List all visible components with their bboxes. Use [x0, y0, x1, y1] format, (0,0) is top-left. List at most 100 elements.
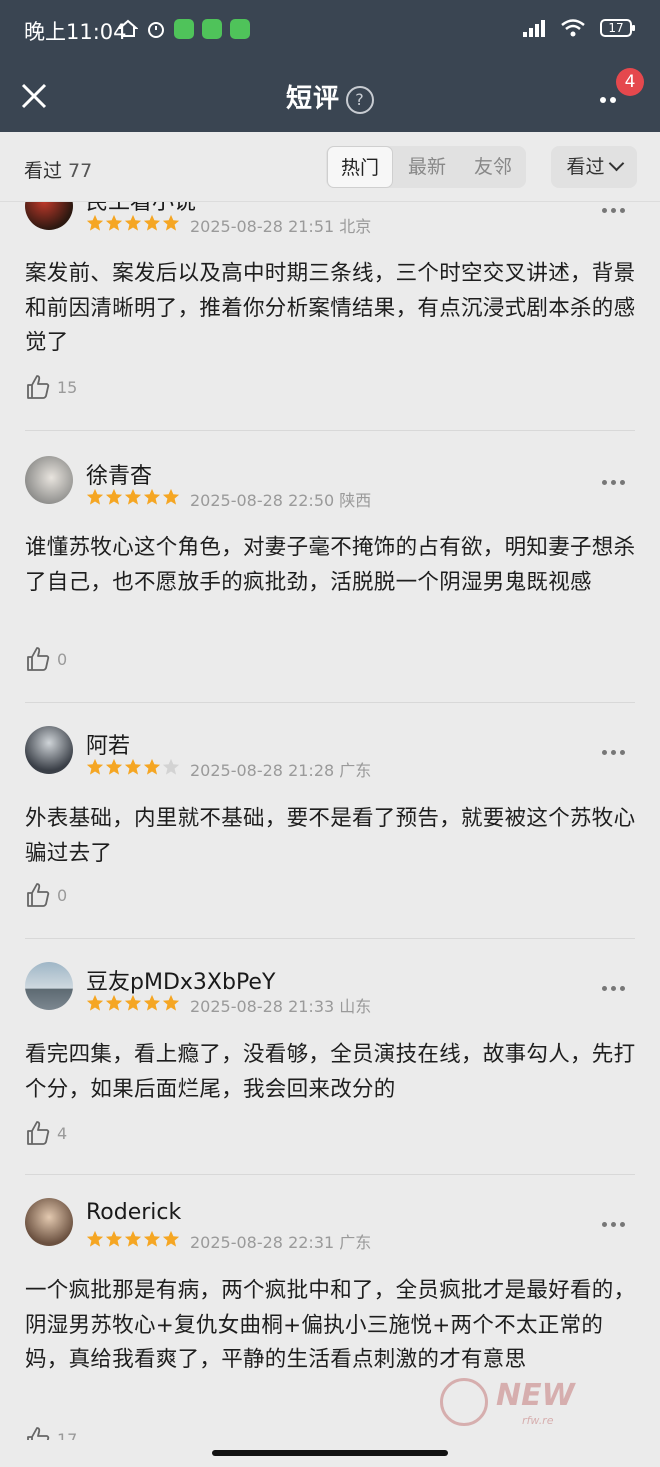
rating-stars: [86, 758, 180, 776]
sort-segmented-control: 热门 最新 友邻: [326, 146, 526, 188]
review-date: 2025-08-28 22:31: [190, 1233, 335, 1252]
review-more-icon[interactable]: [602, 984, 628, 992]
site-watermark: NEW rfw.re: [432, 1372, 642, 1432]
rating-stars: [86, 1230, 180, 1248]
review-date: 2025-08-28 21:51: [190, 217, 335, 236]
rating-stars: [86, 488, 180, 506]
thumbs-up-icon: [27, 1121, 50, 1145]
avatar[interactable]: [25, 202, 73, 230]
like-count: 17: [57, 1429, 78, 1441]
star-filled-icon: [143, 994, 161, 1011]
status-time: 晚上11:04: [24, 20, 127, 44]
review-meta: 2025-08-28 21:28 广东: [190, 757, 371, 781]
star-empty-icon: [162, 758, 180, 775]
thumbs-up-icon: [27, 647, 50, 671]
star-filled-icon: [143, 758, 161, 775]
star-filled-icon: [143, 488, 161, 505]
review-more-icon[interactable]: [602, 748, 628, 756]
review-username[interactable]: 豆友pMDx3XbPeY: [86, 964, 275, 996]
review-content: 一个疯批那是有病，两个疯批中和了，全员疯批才是最好看的，阴湿男苏牧心+复仇女曲桐…: [25, 1278, 636, 1372]
wechat-app-icon: [202, 19, 222, 39]
review-date: 2025-08-28 22:50: [190, 491, 335, 510]
battery-icon: 17: [600, 19, 635, 37]
star-filled-icon: [162, 488, 180, 505]
review-content: 外表基础，内里就不基础，要不是看了预告，就要被这个苏牧心骗过去了: [25, 806, 636, 866]
divider: [25, 1174, 635, 1175]
review-content: 案发前、案发后以及高中时期三条线，三个时空交叉讲述，背景和前因清晰明了，推着你分…: [25, 261, 636, 355]
review-list[interactable]: 民工看小说 2025-08-28 21:51 北京 案发前、案发后以及高中时期三…: [0, 202, 660, 1440]
review-meta: 2025-08-28 22:50 陕西: [190, 487, 371, 511]
review-location: 陕西: [339, 491, 372, 510]
status-filter-dropdown[interactable]: 看过: [551, 146, 637, 188]
review-location: 北京: [339, 217, 372, 236]
messages-app-icon: [174, 19, 194, 39]
review-more-icon[interactable]: [602, 1220, 628, 1228]
like-button[interactable]: 0: [25, 882, 67, 908]
star-filled-icon: [124, 758, 142, 775]
nav-bar: 短评?: [0, 60, 660, 132]
review-meta: 2025-08-28 21:51 北京: [190, 213, 371, 237]
tab-hot[interactable]: 热门: [327, 146, 393, 188]
filter-bar: 看过 77 热门 最新 友邻 看过: [0, 132, 660, 202]
review-more-icon[interactable]: [602, 478, 628, 486]
thumbs-up-icon: [27, 375, 50, 399]
chevron-down-icon: [608, 155, 624, 172]
star-filled-icon: [105, 994, 123, 1011]
like-button[interactable]: 15: [25, 374, 77, 400]
status-bar: 晚上11:04 17: [0, 0, 660, 60]
star-filled-icon: [105, 758, 123, 775]
review-content: 看完四集，看上瘾了，没看够，全员演技在线，故事勾人，先打个分，如果后面烂尾，我会…: [25, 1042, 636, 1102]
avatar[interactable]: [25, 726, 73, 774]
wifi-icon: [561, 19, 585, 37]
like-count: 15: [57, 377, 78, 397]
divider: [25, 938, 635, 939]
like-count: 0: [57, 885, 68, 905]
review-location: 广东: [339, 1233, 372, 1252]
status-notification-icons: [118, 19, 250, 39]
like-button[interactable]: 17: [25, 1426, 77, 1440]
divider: [25, 430, 635, 431]
help-icon[interactable]: ?: [346, 85, 374, 114]
review-username[interactable]: 徐青杳: [86, 458, 152, 490]
review-more-icon[interactable]: [602, 206, 628, 214]
home-settings-icon: [118, 19, 138, 37]
avatar[interactable]: [25, 962, 73, 1010]
star-filled-icon: [86, 1230, 104, 1247]
watermark-subtext: rfw.re: [522, 1414, 554, 1427]
star-filled-icon: [162, 994, 180, 1011]
avatar[interactable]: [25, 1198, 73, 1246]
star-filled-icon: [124, 214, 142, 231]
review-username[interactable]: Roderick: [86, 1200, 181, 1225]
star-filled-icon: [86, 994, 104, 1011]
review-username[interactable]: 阿若: [86, 728, 130, 760]
review-meta: 2025-08-28 21:33 山东: [190, 993, 371, 1017]
seen-label: 看过: [24, 160, 63, 182]
star-filled-icon: [143, 214, 161, 231]
like-count: 4: [57, 1123, 68, 1143]
watermark-logo-icon: [440, 1378, 488, 1426]
star-filled-icon: [105, 214, 123, 231]
review-date: 2025-08-28 21:28: [190, 761, 335, 780]
star-filled-icon: [124, 1230, 142, 1247]
star-filled-icon: [162, 214, 180, 231]
rating-stars: [86, 994, 180, 1012]
review-meta: 2025-08-28 22:31 广东: [190, 1229, 371, 1253]
like-button[interactable]: 0: [25, 646, 67, 672]
avatar[interactable]: [25, 456, 73, 504]
star-filled-icon: [86, 758, 104, 775]
star-filled-icon: [105, 488, 123, 505]
star-filled-icon: [86, 488, 104, 505]
status-system-icons: 17: [522, 18, 635, 38]
rating-stars: [86, 214, 180, 232]
timer-icon: [148, 22, 164, 38]
like-count: 0: [57, 649, 68, 669]
like-button[interactable]: 4: [25, 1120, 67, 1146]
divider: [25, 702, 635, 703]
star-filled-icon: [143, 1230, 161, 1247]
home-indicator[interactable]: [212, 1450, 448, 1456]
status-filter-label: 看过: [566, 156, 605, 178]
seen-count: 看过 77: [24, 156, 92, 183]
seen-number: 77: [68, 160, 93, 182]
tab-friends[interactable]: 友邻: [460, 146, 526, 188]
tab-latest[interactable]: 最新: [394, 146, 460, 188]
